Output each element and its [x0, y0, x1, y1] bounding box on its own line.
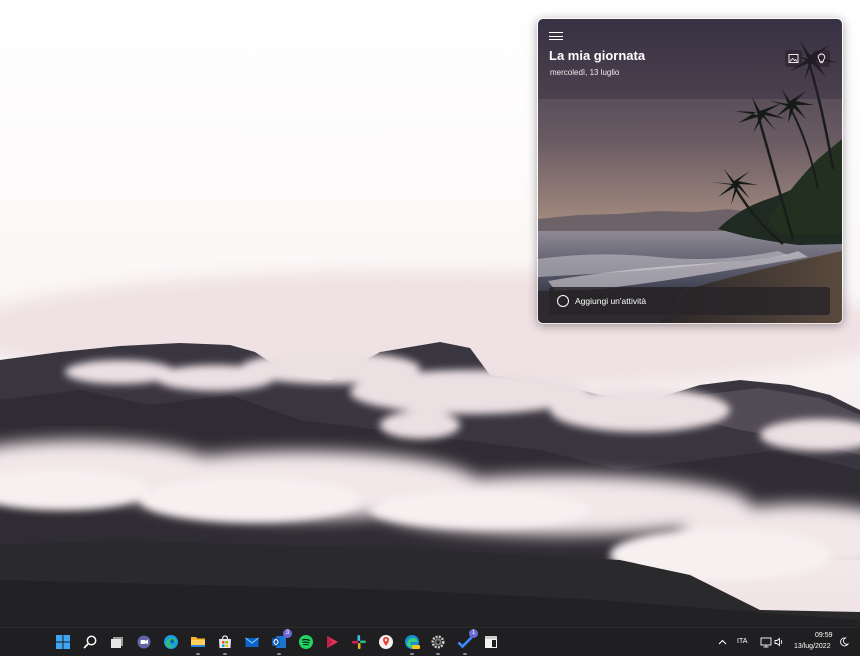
todo-badge: 1	[469, 629, 478, 638]
todo-check-icon[interactable]: 1	[455, 629, 478, 655]
clock-time[interactable]: 09:59	[815, 632, 833, 639]
chevron-up-icon[interactable]	[716, 636, 728, 648]
edge-canary-icon[interactable]	[402, 632, 422, 655]
outlook-icon[interactable]: 3	[269, 629, 292, 655]
focus-moon-icon[interactable]	[838, 636, 850, 648]
gear-icon[interactable]	[428, 632, 448, 655]
spotify-icon[interactable]	[296, 632, 316, 652]
app-window-icon[interactable]	[481, 632, 501, 652]
search-icon[interactable]	[80, 632, 100, 652]
outlook-badge: 3	[283, 629, 292, 638]
add-task-label: Aggiungi un'attività	[575, 296, 647, 306]
input-language[interactable]: ITA	[737, 638, 747, 645]
menu-icon[interactable]	[549, 30, 563, 42]
todo-widget[interactable]: La mia giornata mercoledì, 13 luglio Agg…	[537, 18, 843, 324]
clock-date[interactable]: 13/lug/2022	[794, 643, 831, 650]
change-background-icon[interactable]	[785, 50, 802, 67]
task-circle-icon	[557, 295, 569, 307]
suggestions-lightbulb-icon[interactable]	[813, 50, 830, 67]
slack-icon[interactable]	[349, 632, 369, 652]
widget-date: mercoledì, 13 luglio	[550, 68, 620, 77]
edge-icon[interactable]	[161, 632, 181, 652]
widget-title: La mia giornata	[549, 48, 646, 63]
chat-icon[interactable]	[134, 632, 154, 652]
play-icon[interactable]	[322, 632, 342, 652]
add-task-button[interactable]: Aggiungi un'attività	[549, 287, 830, 315]
taskbar: 3 1 ITA 09:59 13/lug/2022	[0, 627, 860, 656]
windows-start-icon[interactable]	[53, 632, 73, 652]
store-icon[interactable]	[215, 632, 235, 655]
mail-icon[interactable]	[242, 632, 262, 652]
volume-icon[interactable]	[773, 636, 785, 648]
network-icon[interactable]	[760, 636, 772, 648]
folder-icon[interactable]	[188, 632, 208, 655]
task-view-icon[interactable]	[107, 632, 127, 652]
maps-pin-icon[interactable]	[376, 632, 396, 652]
